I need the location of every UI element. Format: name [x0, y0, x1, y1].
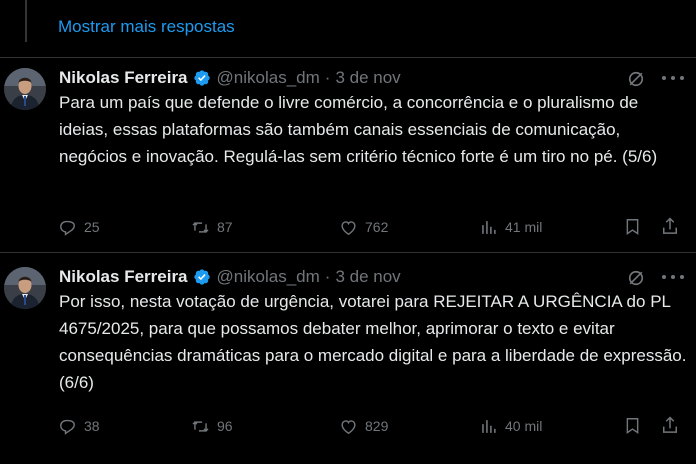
divider: [0, 57, 696, 58]
reply-icon: [60, 419, 75, 435]
divider: [0, 252, 696, 253]
show-more-replies-link[interactable]: Mostrar mais respostas: [58, 17, 235, 37]
like-icon: [341, 220, 356, 235]
tweet-text: Por isso, nesta votação de urgência, vot…: [59, 292, 687, 392]
share-icon[interactable]: [660, 414, 680, 436]
grok-icon[interactable]: [626, 268, 646, 288]
bookmark-icon[interactable]: [623, 216, 642, 237]
reply-icon: [60, 220, 75, 236]
repost-icon: [192, 221, 209, 233]
tweet-date[interactable]: 3 de nov: [335, 68, 400, 88]
tweet-5-of-6[interactable]: Nikolas Ferreira @nikolas_dm · 3 de nov …: [0, 67, 696, 247]
avatar[interactable]: [4, 267, 46, 309]
avatar[interactable]: [4, 68, 46, 110]
views-button[interactable]: 40 mil: [479, 414, 542, 438]
grok-icon[interactable]: [626, 69, 646, 89]
repost-button[interactable]: 96: [191, 414, 233, 438]
like-icon: [341, 419, 356, 434]
bookmark-icon[interactable]: [623, 415, 642, 436]
tweet-header: Nikolas Ferreira @nikolas_dm · 3 de nov: [59, 266, 401, 288]
tweet-text: Para um país que defende o livre comérci…: [59, 93, 658, 166]
more-options-icon[interactable]: [662, 71, 684, 85]
author-name[interactable]: Nikolas Ferreira: [59, 68, 188, 88]
reply-button[interactable]: 25: [58, 215, 100, 239]
tweet-header: Nikolas Ferreira @nikolas_dm · 3 de nov: [59, 67, 401, 89]
tweet-actions: 38 96 829 40 mil: [58, 414, 688, 438]
author-handle[interactable]: @nikolas_dm: [217, 267, 320, 287]
tweet-6-of-6[interactable]: Nikolas Ferreira @nikolas_dm · 3 de nov …: [0, 266, 696, 446]
author-handle[interactable]: @nikolas_dm: [217, 68, 320, 88]
tweet-actions: 25 87 762 41 mil: [58, 215, 688, 239]
reply-count: 38: [84, 418, 100, 434]
verified-badge-icon: [193, 269, 210, 285]
reply-count: 25: [84, 219, 100, 235]
like-button[interactable]: 829: [339, 414, 388, 438]
repost-count: 96: [217, 418, 233, 434]
more-options-icon[interactable]: [662, 270, 684, 284]
tweet-date[interactable]: 3 de nov: [335, 267, 400, 287]
views-button[interactable]: 41 mil: [479, 215, 542, 239]
like-button[interactable]: 762: [339, 215, 388, 239]
verified-badge-icon: [193, 70, 210, 86]
views-icon: [482, 220, 496, 234]
views-icon: [482, 419, 496, 433]
separator-dot: ·: [324, 267, 331, 286]
timeline: Mostrar mais respostas Nikolas Ferreira …: [0, 0, 696, 464]
repost-count: 87: [217, 219, 233, 235]
separator-dot: ·: [324, 68, 331, 87]
like-count: 762: [365, 219, 389, 235]
repost-button[interactable]: 87: [191, 215, 233, 239]
view-count: 40 mil: [505, 418, 543, 434]
reply-button[interactable]: 38: [58, 414, 100, 438]
like-count: 829: [365, 418, 389, 434]
thread-connector-line: [25, 0, 27, 42]
view-count: 41 mil: [505, 219, 543, 235]
repost-icon: [192, 420, 209, 432]
share-icon[interactable]: [660, 215, 680, 237]
author-name[interactable]: Nikolas Ferreira: [59, 267, 188, 287]
